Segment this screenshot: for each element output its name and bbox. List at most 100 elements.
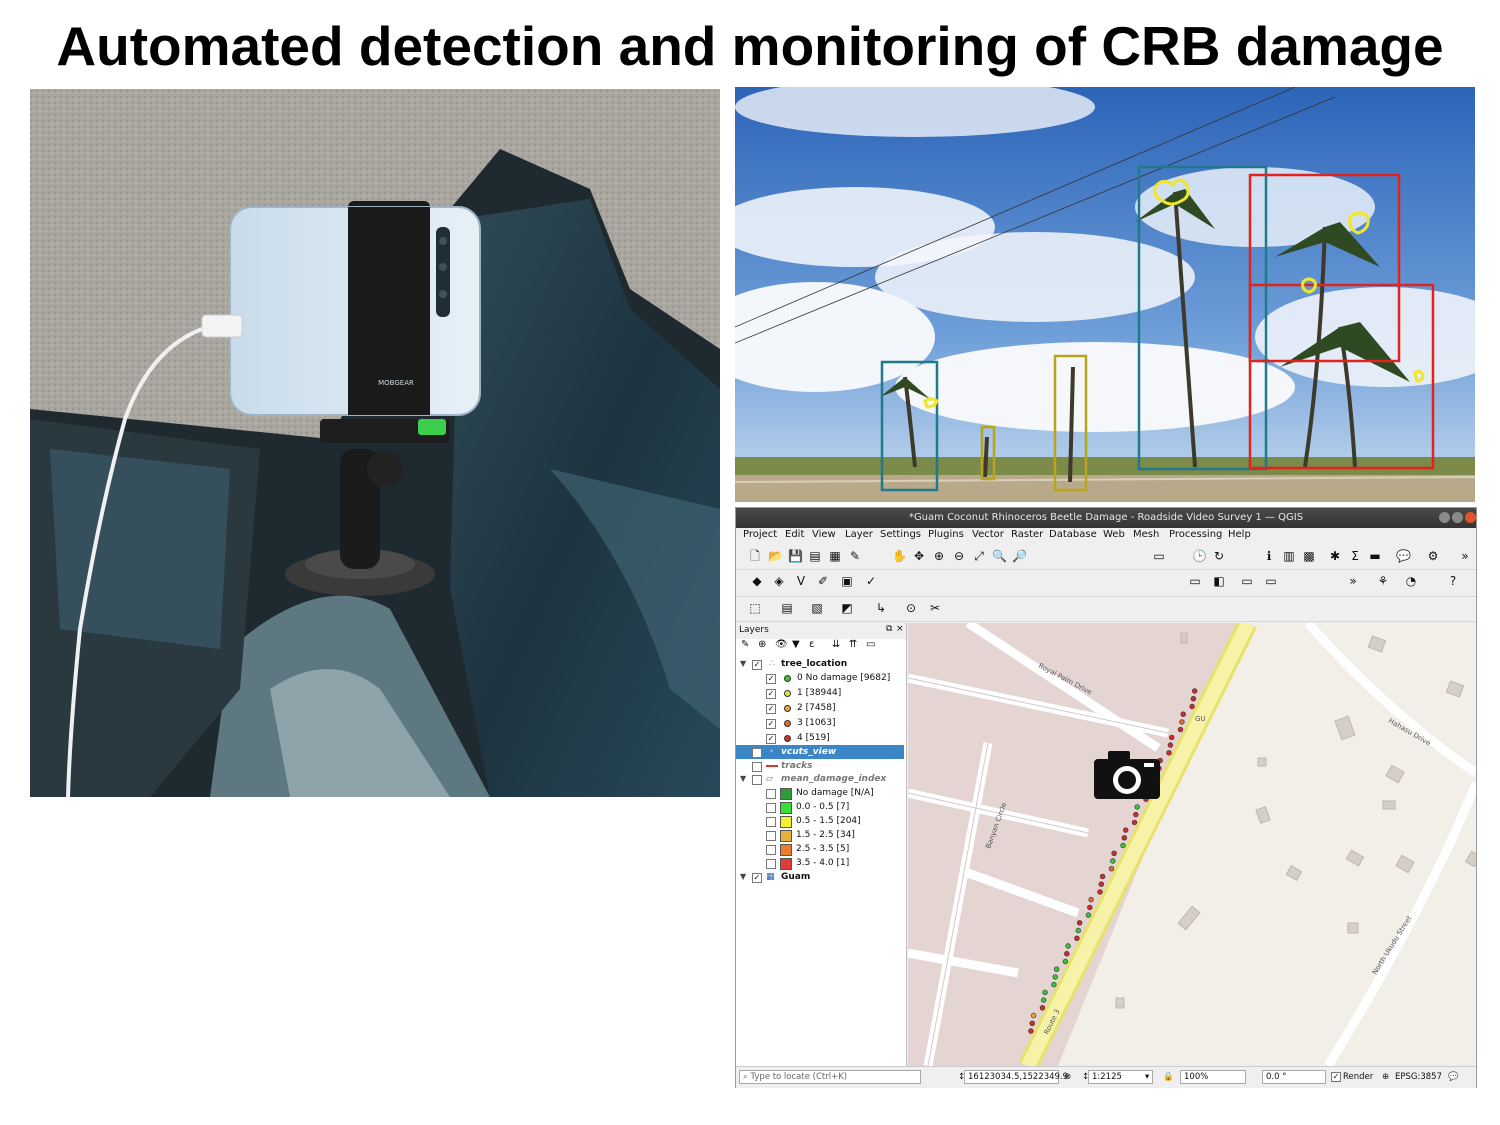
new-layer-icon[interactable]: ▣ (840, 574, 854, 588)
deselect-icon[interactable]: ▧ (810, 601, 824, 615)
tree-point[interactable] (1192, 688, 1198, 694)
class-visibility-checkbox[interactable]: ✓ (766, 689, 776, 699)
tree-point[interactable] (1120, 842, 1126, 849)
tree-point[interactable] (1131, 819, 1138, 826)
panel-float-icon[interactable]: ⧉ (886, 624, 892, 634)
tree-point[interactable] (1099, 873, 1106, 880)
scale-field[interactable]: 1:2125 (1088, 1070, 1153, 1084)
filter-expression-icon[interactable]: ε (809, 639, 814, 650)
lock-scale-icon[interactable]: 🔒 (1163, 1071, 1174, 1083)
legend-range-1[interactable]: 0.0 - 0.5 [7] (736, 800, 904, 814)
open-project-icon[interactable]: 📂 (768, 549, 783, 563)
save-project-icon[interactable]: 💾 (788, 549, 803, 563)
zoom-in-icon[interactable]: ⊕ (932, 549, 946, 563)
range-visibility-checkbox[interactable] (766, 789, 776, 799)
legend-range-0[interactable]: No damage [N/A] (736, 786, 904, 800)
tree-point[interactable] (1030, 1012, 1037, 1019)
tree-point[interactable] (1053, 966, 1060, 972)
expand-all-icon[interactable]: ⇊ (832, 639, 840, 650)
tree-point[interactable] (1180, 711, 1186, 717)
range-visibility-checkbox[interactable] (766, 831, 776, 841)
menu-help[interactable]: Help (1228, 529, 1251, 540)
zoom-out-icon[interactable]: ⊖ (952, 549, 966, 563)
select-by-value-icon[interactable]: ▤ (780, 601, 794, 615)
menu-processing[interactable]: Processing (1169, 529, 1222, 540)
label-abc-icon[interactable]: ▭ (1188, 574, 1202, 588)
tree-point[interactable] (1190, 695, 1197, 702)
tree-point[interactable] (1097, 889, 1103, 895)
data-source-manager-icon[interactable]: ◆ (750, 574, 764, 588)
legend-range-3[interactable]: 1.5 - 2.5 [34] (736, 828, 904, 842)
tree-point[interactable] (1075, 927, 1082, 934)
new-project-icon[interactable]: 🗋 (748, 549, 762, 563)
label-pin-icon[interactable]: ▭ (1240, 574, 1254, 588)
highlight-icon[interactable]: ◩ (840, 601, 854, 615)
tree-point[interactable] (1028, 1028, 1034, 1034)
menu-vector[interactable]: Vector (972, 529, 1004, 540)
style-layer-icon[interactable]: ✎ (741, 639, 749, 650)
tree-point[interactable] (1098, 881, 1105, 887)
crs-globe-icon[interactable]: ⊕ (1382, 1071, 1389, 1083)
range-visibility-checkbox[interactable] (766, 859, 776, 869)
tree-point[interactable] (1029, 1020, 1035, 1026)
temporal-controller-icon[interactable]: 🕒 (1192, 549, 1207, 563)
attribute-table-icon[interactable]: ▥ (1282, 549, 1296, 563)
class-visibility-checkbox[interactable]: ✓ (766, 719, 776, 729)
tree-point[interactable] (1041, 997, 1047, 1003)
toolbar-overflow-icon[interactable]: » (1346, 574, 1360, 588)
crs-label[interactable]: EPSG:3857 (1395, 1071, 1442, 1083)
map-canvas[interactable]: Royal Palm Drive Hahasu Drive Banyan Cir… (908, 623, 1476, 1066)
tree-point[interactable] (1177, 726, 1184, 733)
add-group-icon[interactable]: ⊕ (758, 639, 766, 650)
zoom-layer-icon[interactable]: 🔎 (1012, 549, 1027, 563)
select-features-icon[interactable]: ⬚ (748, 601, 762, 615)
tree-point[interactable] (1121, 835, 1128, 841)
style-manager-icon[interactable]: ✎ (848, 549, 862, 563)
legend-range-2[interactable]: 0.5 - 1.5 [204] (736, 814, 904, 828)
collapse-arrow-icon[interactable]: ▼ (740, 657, 746, 671)
minimize-button[interactable] (1439, 512, 1450, 523)
menu-layer[interactable]: Layer (845, 529, 873, 540)
identify-icon[interactable]: ℹ (1262, 549, 1276, 563)
zoom-full-icon[interactable]: ⤢ (972, 549, 986, 563)
range-visibility-checkbox[interactable] (766, 803, 776, 813)
vcuts-tool-icon[interactable]: ✂ (928, 601, 942, 615)
layer-vcuts-view[interactable]: • vcuts_view (736, 745, 904, 759)
rotation-field[interactable]: 0.0 ° (1262, 1070, 1326, 1084)
new-print-layout-icon[interactable]: ▤ (808, 549, 822, 563)
tree-point[interactable] (1166, 750, 1172, 756)
tree-point[interactable] (1110, 858, 1116, 864)
collapse-arrow-icon[interactable]: ▼ (740, 772, 746, 786)
menu-project[interactable]: Project (743, 529, 777, 540)
class-visibility-checkbox[interactable]: ✓ (766, 704, 776, 714)
legend-class-2[interactable]: ✓ 2 [7458] (736, 701, 904, 715)
tree-point[interactable] (1065, 943, 1071, 949)
processing-toolbox-icon[interactable]: ✱ (1328, 549, 1342, 563)
legend-range-5[interactable]: 3.5 - 4.0 [1] (736, 856, 904, 870)
coordinate-field[interactable]: 16123034.5,1522349.9 (964, 1070, 1068, 1084)
tree-point[interactable] (1064, 951, 1070, 957)
toggle-editing-icon[interactable]: ✓ (864, 574, 878, 588)
help-icon[interactable]: ? (1446, 574, 1460, 588)
menu-edit[interactable]: Edit (785, 529, 804, 540)
maximize-button[interactable] (1452, 512, 1463, 523)
tree-point[interactable] (1062, 958, 1069, 965)
settings-gear-icon[interactable]: ⚙ (1426, 549, 1440, 563)
field-calculator-icon[interactable]: ▩ (1302, 549, 1316, 563)
pan-to-selection-icon[interactable]: ✥ (912, 549, 926, 563)
pan-icon[interactable]: ✋ (892, 549, 907, 563)
messages-icon[interactable]: 💬 (1448, 1071, 1459, 1083)
tree-point[interactable] (1108, 866, 1115, 872)
zoom-selection-icon[interactable]: 🔍 (992, 549, 1007, 563)
measure-icon[interactable]: ▬ (1368, 549, 1382, 563)
legend-class-4[interactable]: ✓ 4 [519] (736, 731, 904, 745)
layer-visibility-checkbox[interactable] (752, 762, 762, 772)
label-change-icon[interactable]: ▭ (1264, 574, 1278, 588)
menu-database[interactable]: Database (1049, 529, 1097, 540)
new-map-view-icon[interactable]: ▭ (1152, 549, 1166, 563)
layer-mean-damage-index[interactable]: ▼ ▱ mean_damage_index (736, 772, 904, 786)
tree-point[interactable] (1133, 811, 1139, 818)
menu-plugins[interactable]: Plugins (928, 529, 964, 540)
python-console-icon[interactable]: ◔ (1404, 574, 1418, 588)
menu-settings[interactable]: Settings (880, 529, 921, 540)
